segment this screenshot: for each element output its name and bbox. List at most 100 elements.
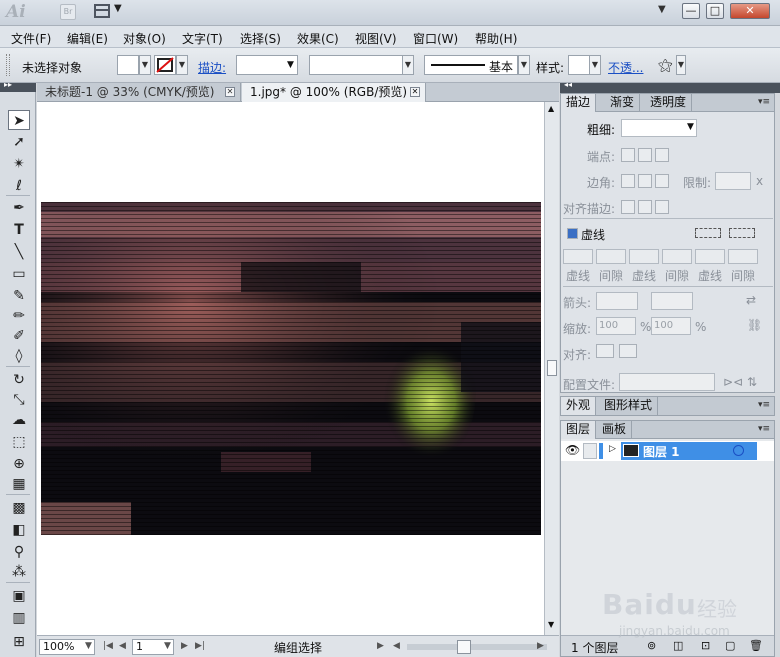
status-menu-icon[interactable]: ▶: [377, 641, 384, 651]
dash-field-1[interactable]: [563, 249, 593, 264]
status-text[interactable]: 编组选择: [274, 639, 322, 656]
magic-wand-tool-icon[interactable]: ✴: [8, 154, 30, 174]
target-circle-icon[interactable]: [733, 445, 744, 456]
perspective-grid-tool-icon[interactable]: ▦: [8, 474, 30, 494]
selection-tool-icon[interactable]: ➤: [8, 110, 30, 130]
type-tool-icon[interactable]: T: [8, 220, 30, 240]
graphic-style-dropdown[interactable]: ▼: [589, 55, 601, 75]
tab-layers[interactable]: 图层: [561, 421, 597, 439]
rectangle-tool-icon[interactable]: ▭: [8, 264, 30, 284]
scroll-thumb[interactable]: [547, 360, 557, 376]
maximize-button[interactable]: □: [706, 3, 724, 19]
eraser-tool-icon[interactable]: ◊: [8, 346, 30, 366]
placed-image[interactable]: [41, 202, 541, 535]
recolor-artwork-icon[interactable]: ⚝: [658, 56, 673, 74]
stroke-swatch[interactable]: [154, 55, 176, 75]
blend-tool-icon[interactable]: ⁂: [8, 562, 30, 582]
dash-field-2[interactable]: [629, 249, 659, 264]
swap-arrows-icon[interactable]: ⇄: [746, 293, 756, 307]
panel-dock-header[interactable]: [560, 80, 780, 93]
menu-select[interactable]: 选择(S): [240, 30, 281, 47]
paintbrush-tool-icon[interactable]: ✎: [8, 286, 30, 306]
opacity-link[interactable]: 不透...: [608, 59, 643, 76]
menu-help[interactable]: 帮助(H): [475, 30, 517, 47]
direct-selection-tool-icon[interactable]: ➚: [8, 132, 30, 152]
layer-selection-highlight[interactable]: [621, 442, 757, 460]
profile-select[interactable]: [619, 373, 715, 391]
start-scale-field[interactable]: 100: [596, 317, 636, 335]
graphic-style-swatch[interactable]: [568, 55, 590, 75]
tab-untitled-1[interactable]: 未标题-1 @ 33% (CMYK/预览) ✕: [37, 83, 241, 102]
close-button[interactable]: ✕: [730, 3, 770, 19]
gradient-tool-icon[interactable]: ◧: [8, 520, 30, 540]
shape-builder-tool-icon[interactable]: ⊕: [8, 454, 30, 474]
document-canvas[interactable]: [37, 102, 544, 635]
menu-file[interactable]: 文件(F): [11, 30, 51, 47]
tab-transparency[interactable]: 透明度: [645, 94, 693, 112]
pen-tool-icon[interactable]: ✒: [8, 198, 30, 218]
end-arrowhead-select[interactable]: [651, 292, 693, 310]
fill-swatch[interactable]: [117, 55, 139, 75]
variable-width-dropdown[interactable]: ▼: [402, 55, 414, 75]
column-graph-tool-icon[interactable]: ▥: [8, 608, 30, 628]
brush-dropdown[interactable]: ▼: [518, 55, 530, 75]
gap-field-3[interactable]: [728, 249, 758, 264]
horizontal-scroll-thumb[interactable]: [457, 640, 471, 654]
mesh-tool-icon[interactable]: ▩: [8, 498, 30, 518]
brush-definition[interactable]: 基本: [424, 55, 518, 75]
pencil-tool-icon[interactable]: ✏: [8, 306, 30, 326]
end-scale-field[interactable]: 100: [651, 317, 691, 335]
weight-field[interactable]: [621, 119, 697, 137]
rotate-tool-icon[interactable]: ↻: [8, 370, 30, 390]
tab-artboards[interactable]: 画板: [597, 421, 633, 439]
arrow-tip-at-end-icon[interactable]: [619, 344, 637, 358]
tab-1-jpg[interactable]: 1.jpg* @ 100% (RGB/预览) ✕: [242, 83, 426, 102]
lasso-tool-icon[interactable]: ℓ: [8, 176, 30, 196]
toolbar-header[interactable]: [0, 80, 36, 92]
panel-menu-icon[interactable]: ▾≡: [758, 97, 770, 107]
scroll-up-icon[interactable]: ▲: [548, 104, 554, 113]
dash-field-3[interactable]: [695, 249, 725, 264]
dash-align-icon[interactable]: [729, 228, 755, 238]
panel-menu-icon[interactable]: ▾≡: [758, 400, 770, 410]
align-inside-icon[interactable]: [638, 200, 652, 214]
dashed-checkbox[interactable]: [567, 228, 578, 239]
scroll-left-icon[interactable]: ◀: [393, 641, 400, 651]
butt-cap-icon[interactable]: [621, 148, 635, 162]
menu-type[interactable]: 文字(T): [182, 30, 223, 47]
dash-preserve-icon[interactable]: [695, 228, 721, 238]
workspace-switcher[interactable]: ▼: [658, 4, 666, 15]
bridge-button[interactable]: Br: [60, 4, 76, 20]
tab-graphic-styles[interactable]: 图形样式: [599, 397, 659, 415]
expand-triangle-icon[interactable]: ▷: [609, 444, 616, 454]
align-outside-icon[interactable]: [655, 200, 669, 214]
scroll-right-icon[interactable]: ▶: [537, 641, 544, 651]
next-artboard-icon[interactable]: ▶: [181, 641, 188, 651]
prev-artboard-icon[interactable]: ◀: [119, 641, 126, 651]
horizontal-scrollbar[interactable]: [407, 644, 547, 650]
eyedropper-tool-icon[interactable]: ⚲: [8, 542, 30, 562]
variable-width-profile[interactable]: [309, 55, 413, 75]
stroke-panel-link[interactable]: 描边:: [198, 59, 226, 76]
visibility-eye-icon[interactable]: 👁: [565, 443, 580, 457]
scroll-down-icon[interactable]: ▼: [548, 620, 554, 629]
start-arrowhead-select[interactable]: [596, 292, 638, 310]
close-tab-icon[interactable]: ✕: [410, 87, 420, 97]
panel-menu-icon[interactable]: ▾≡: [758, 424, 770, 434]
stroke-dropdown[interactable]: ▼: [176, 55, 188, 75]
gap-field-1[interactable]: [596, 249, 626, 264]
close-tab-icon[interactable]: ✕: [225, 87, 235, 97]
menu-view[interactable]: 视图(V): [355, 30, 397, 47]
align-center-icon[interactable]: [621, 200, 635, 214]
menu-window[interactable]: 窗口(W): [413, 30, 458, 47]
grip-handle[interactable]: [6, 54, 10, 76]
tab-stroke[interactable]: 描边: [561, 94, 597, 112]
free-transform-tool-icon[interactable]: ⬚: [8, 432, 30, 452]
minimize-button[interactable]: —: [682, 3, 700, 19]
menu-edit[interactable]: 编辑(E): [67, 30, 108, 47]
menu-object[interactable]: 对象(O): [123, 30, 166, 47]
tab-appearance[interactable]: 外观: [561, 397, 597, 415]
menu-effect[interactable]: 效果(C): [297, 30, 339, 47]
projecting-cap-icon[interactable]: [655, 148, 669, 162]
link-scale-icon[interactable]: ⛓: [747, 318, 762, 332]
